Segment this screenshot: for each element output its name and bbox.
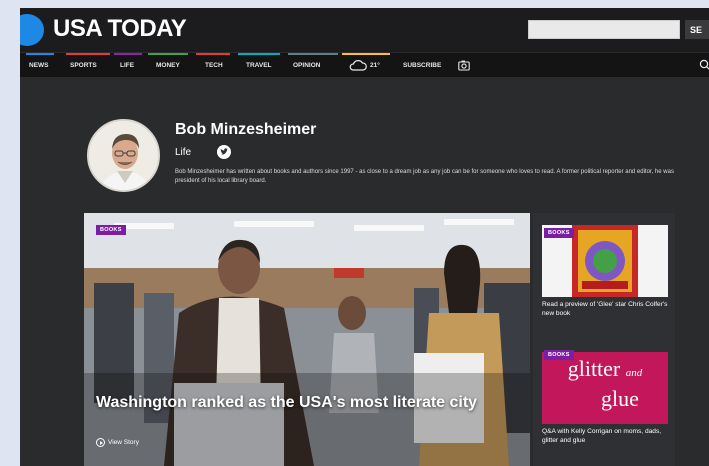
nav-accent-weather <box>342 53 390 55</box>
feature-story[interactable]: BOOKS Washington ranked as the USA's mos… <box>84 213 530 466</box>
feature-photo <box>84 213 530 466</box>
side-stories: BOOKS Read a preview of 'Glee' star Chri… <box>533 213 675 466</box>
main-nav: NEWS SPORTS LIFE MONEY TECH TRAVEL OPINI… <box>20 52 709 77</box>
nav-item-money[interactable]: MONEY <box>156 53 180 78</box>
search-button[interactable]: SE <box>685 20 709 39</box>
browser-viewport: USA TODAY SE NEWS SPORTS LIFE MONEY TECH… <box>20 8 709 466</box>
section-badge[interactable]: BOOKS <box>96 225 126 235</box>
nav-item-life[interactable]: LIFE <box>120 53 134 78</box>
nav-item-subscribe[interactable]: SUBSCRIBE <box>403 53 441 78</box>
section-badge[interactable]: BOOKS <box>544 228 574 238</box>
twitter-icon[interactable] <box>217 145 231 159</box>
side-story-1[interactable]: BOOKS Read a preview of 'Glee' star Chri… <box>542 225 668 335</box>
masthead: USA TODAY SE <box>20 8 709 52</box>
camera-icon[interactable] <box>458 60 470 71</box>
play-icon <box>96 438 105 447</box>
section-badge[interactable]: BOOKS <box>544 350 574 360</box>
logo-circle-icon[interactable] <box>20 14 44 46</box>
feature-headline[interactable]: Washington ranked as the USA's most lite… <box>96 393 516 413</box>
view-story-link[interactable]: View Story <box>96 438 139 447</box>
side-story-2[interactable]: glitter and glue BOOKS Q&A with Kelly Co… <box>542 350 670 462</box>
search-icon[interactable] <box>699 59 709 71</box>
author-section[interactable]: Life <box>175 147 191 158</box>
side-story-caption[interactable]: Q&A with Kelly Corrigan on moms, dads, g… <box>542 428 670 445</box>
glitter-glue-thumbnail: glitter and glue <box>542 352 668 424</box>
author-name: Bob Minzesheimer <box>175 121 317 138</box>
weather-temperature[interactable]: 21° <box>370 53 380 78</box>
view-story-label: View Story <box>108 439 139 447</box>
author-bio: Bob Minzesheimer has written about books… <box>175 169 674 184</box>
nav-item-tech[interactable]: TECH <box>205 53 223 78</box>
side-story-caption[interactable]: Read a preview of 'Glee' star Chris Colf… <box>542 301 670 318</box>
nav-item-news[interactable]: NEWS <box>29 53 49 78</box>
author-portrait-icon <box>89 121 158 190</box>
search-input[interactable] <box>528 20 680 39</box>
nav-item-sports[interactable]: SPORTS <box>70 53 97 78</box>
nav-item-travel[interactable]: TRAVEL <box>246 53 272 78</box>
site-logo[interactable]: USA TODAY <box>53 15 187 43</box>
nav-item-opinion[interactable]: OPINION <box>293 53 320 78</box>
cloud-icon[interactable] <box>349 59 367 71</box>
glue-art-text: glue <box>601 386 639 411</box>
author-avatar <box>87 119 160 192</box>
